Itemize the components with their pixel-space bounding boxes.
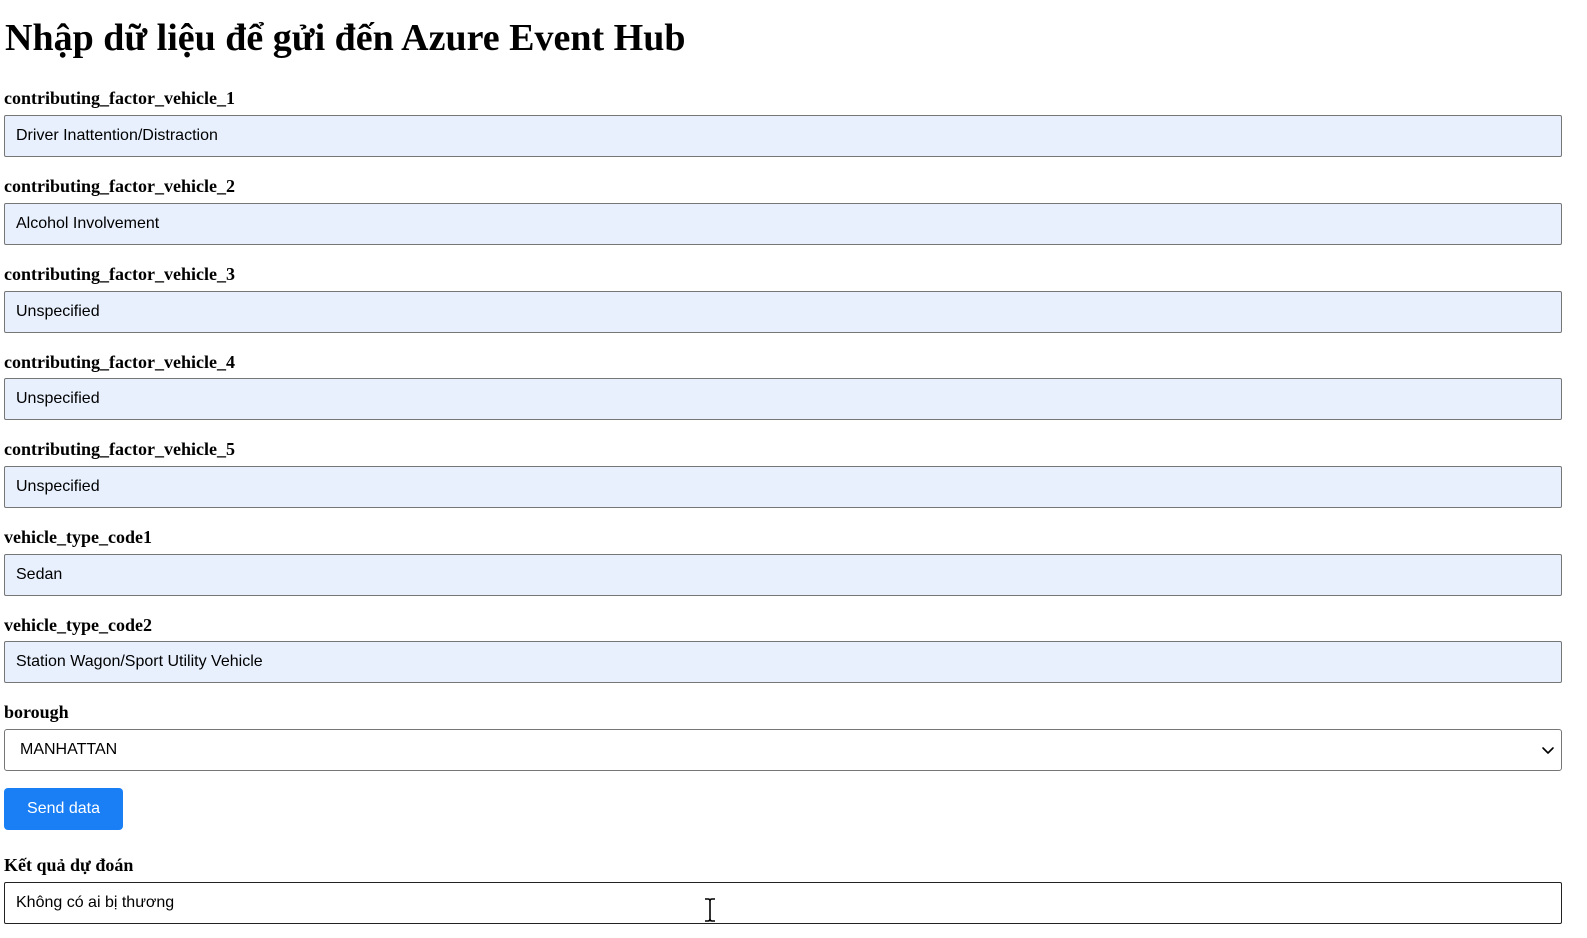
send-data-button[interactable]: Send data bbox=[4, 788, 123, 830]
field-label-borough: borough bbox=[4, 702, 69, 722]
vehicle-type-2-input[interactable] bbox=[4, 641, 1562, 683]
field-label-contributing-factor-5: contributing_factor_vehicle_5 bbox=[4, 439, 235, 459]
field-label-contributing-factor-1: contributing_factor_vehicle_1 bbox=[4, 88, 235, 108]
field-label-contributing-factor-2: contributing_factor_vehicle_2 bbox=[4, 176, 235, 196]
field-label-contributing-factor-4: contributing_factor_vehicle_4 bbox=[4, 352, 235, 372]
field-label-vehicle-type-2: vehicle_type_code2 bbox=[4, 615, 152, 635]
page-title: Nhập dữ liệu để gửi đến Azure Event Hub bbox=[5, 17, 686, 59]
result-input[interactable] bbox=[4, 882, 1562, 924]
borough-select[interactable]: MANHATTAN bbox=[4, 729, 1562, 771]
contributing-factor-1-input[interactable] bbox=[4, 115, 1562, 157]
contributing-factor-3-input[interactable] bbox=[4, 291, 1562, 333]
contributing-factor-4-input[interactable] bbox=[4, 378, 1562, 420]
contributing-factor-2-input[interactable] bbox=[4, 203, 1562, 245]
chevron-down-icon bbox=[1542, 747, 1554, 754]
field-label-vehicle-type-1: vehicle_type_code1 bbox=[4, 527, 152, 547]
text-cursor-icon bbox=[705, 898, 715, 922]
field-label-result: Kết quả dự đoán bbox=[4, 855, 134, 875]
field-label-contributing-factor-3: contributing_factor_vehicle_3 bbox=[4, 264, 235, 284]
borough-selected-value: MANHATTAN bbox=[20, 741, 118, 758]
vehicle-type-1-input[interactable] bbox=[4, 554, 1562, 596]
contributing-factor-5-input[interactable] bbox=[4, 466, 1562, 508]
